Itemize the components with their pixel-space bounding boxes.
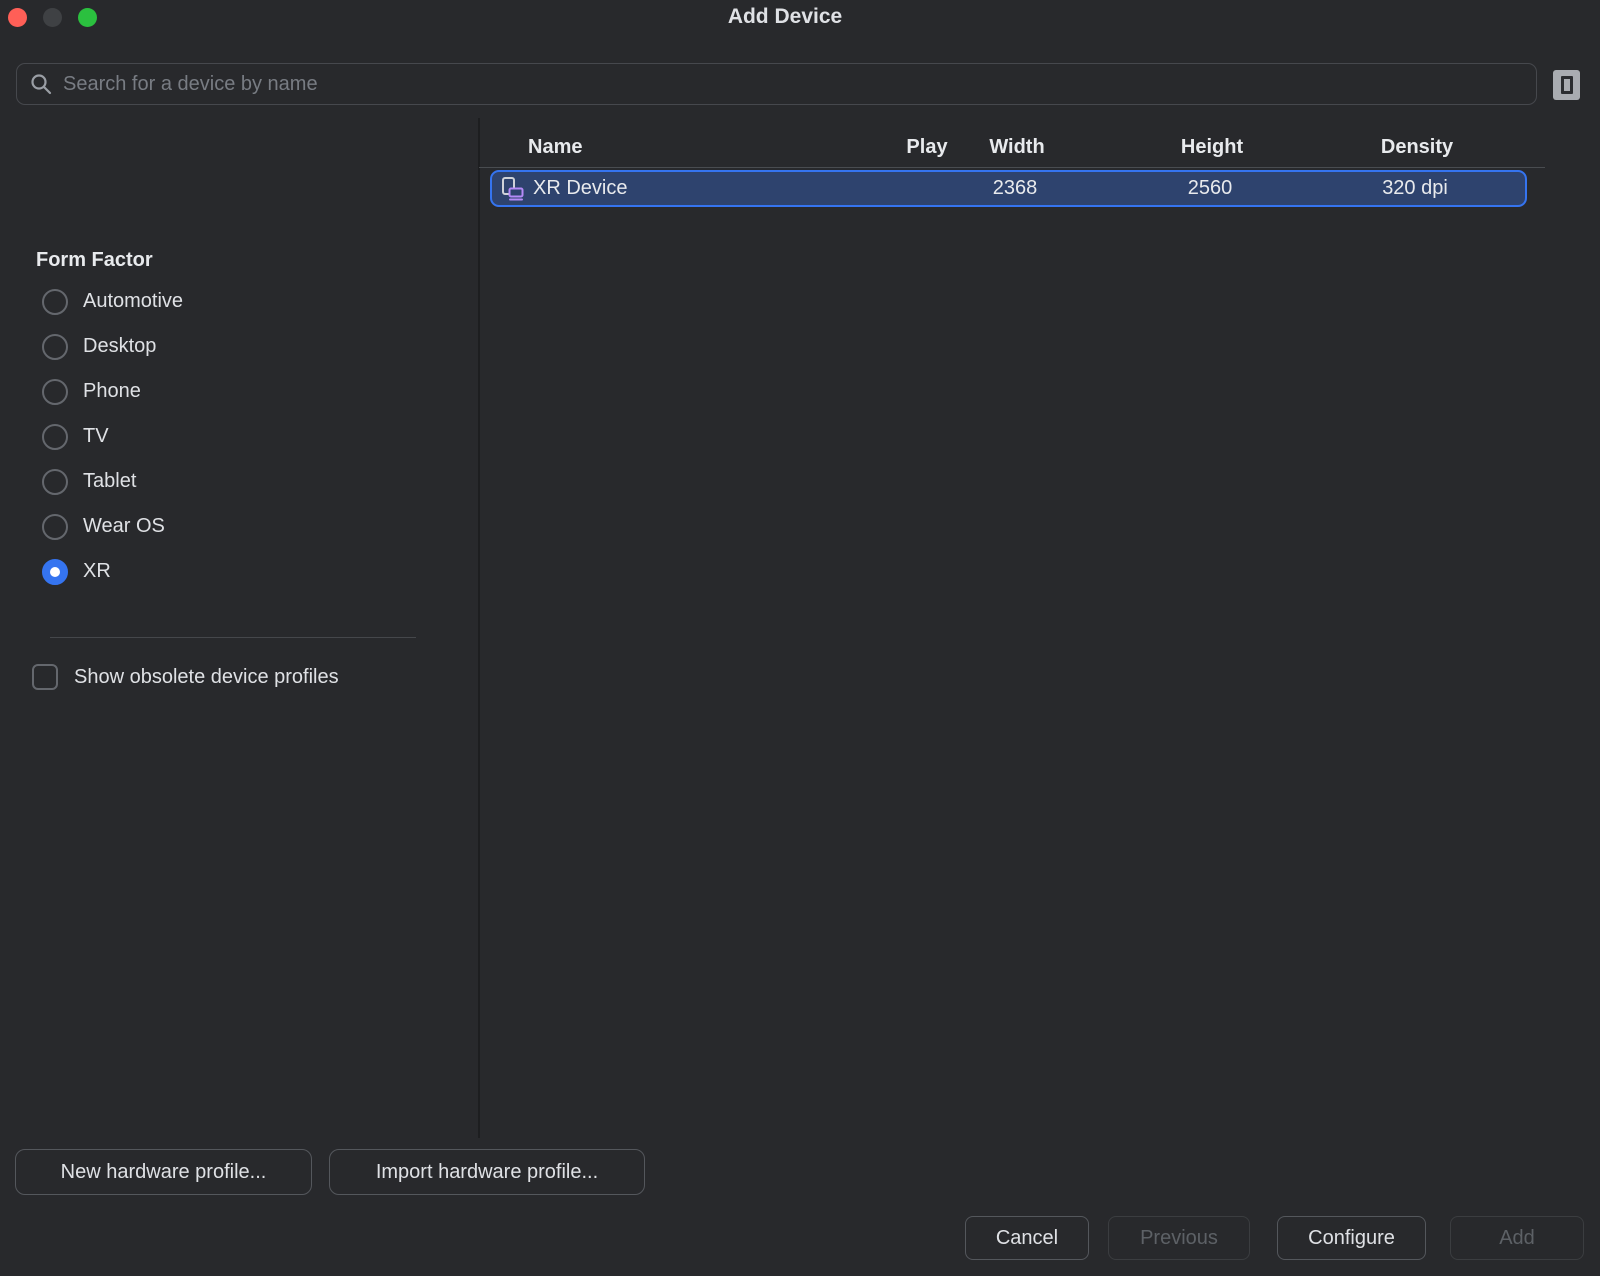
form-factor-heading: Form Factor — [36, 249, 153, 272]
checkbox-icon[interactable] — [32, 664, 58, 690]
device-name: XR Device — [533, 177, 627, 200]
radio-selected-icon[interactable] — [42, 559, 68, 585]
device-width: 2368 — [965, 177, 1065, 200]
new-hardware-profile-button[interactable]: New hardware profile... — [15, 1149, 312, 1195]
table-row-xr-device[interactable]: XR Device 2368 2560 320 dpi — [490, 170, 1527, 207]
window-title: Add Device — [0, 5, 1570, 29]
configure-button[interactable]: Configure — [1277, 1216, 1426, 1260]
search-icon — [29, 72, 53, 96]
device-icon — [501, 176, 525, 201]
column-header-width[interactable]: Width — [967, 136, 1067, 159]
table-header-separator — [479, 167, 1545, 168]
show-obsolete-label: Show obsolete device profiles — [74, 666, 339, 689]
form-factor-panel: Form Factor Automotive Desktop Phone TV … — [0, 118, 478, 1276]
left-panel-divider — [50, 637, 416, 638]
form-factor-option-desktop[interactable]: Desktop — [0, 324, 478, 369]
show-obsolete-checkbox-row[interactable]: Show obsolete device profiles — [32, 664, 339, 690]
form-factor-option-tablet[interactable]: Tablet — [0, 459, 478, 504]
device-density: 320 dpi — [1355, 177, 1475, 200]
form-factor-label: Tablet — [83, 470, 136, 493]
form-factor-option-automotive[interactable]: Automotive — [0, 279, 478, 324]
column-header-play[interactable]: Play — [887, 136, 967, 159]
form-factor-label: TV — [83, 425, 109, 448]
device-table-header: Name Play Width Height Density — [490, 128, 1527, 167]
search-input[interactable] — [63, 64, 1524, 104]
radio-icon[interactable] — [42, 514, 68, 540]
form-factor-label: Desktop — [83, 335, 156, 358]
radio-icon[interactable] — [42, 289, 68, 315]
panel-vertical-divider — [478, 118, 480, 1138]
form-factor-option-wear-os[interactable]: Wear OS — [0, 504, 478, 549]
device-height: 2560 — [1065, 177, 1355, 200]
form-factor-option-xr[interactable]: XR — [0, 549, 478, 594]
radio-icon[interactable] — [42, 379, 68, 405]
cancel-button[interactable]: Cancel — [965, 1216, 1089, 1260]
column-header-name[interactable]: Name — [490, 136, 887, 159]
radio-icon[interactable] — [42, 334, 68, 360]
form-factor-label: Phone — [83, 380, 141, 403]
preview-panel-toggle-button[interactable] — [1553, 70, 1580, 100]
form-factor-label: Wear OS — [83, 515, 165, 538]
add-button[interactable]: Add — [1450, 1216, 1584, 1260]
panel-toggle-icon — [1561, 76, 1573, 94]
form-factor-list: Automotive Desktop Phone TV Tablet Wear … — [0, 279, 478, 594]
previous-button[interactable]: Previous — [1108, 1216, 1250, 1260]
device-search-field[interactable] — [16, 63, 1537, 105]
column-header-density[interactable]: Density — [1357, 136, 1477, 159]
column-header-height[interactable]: Height — [1067, 136, 1357, 159]
radio-icon[interactable] — [42, 424, 68, 450]
form-factor-label: Automotive — [83, 290, 183, 313]
form-factor-label: XR — [83, 560, 111, 583]
form-factor-option-phone[interactable]: Phone — [0, 369, 478, 414]
titlebar: Add Device — [0, 0, 1600, 34]
import-hardware-profile-button[interactable]: Import hardware profile... — [329, 1149, 645, 1195]
form-factor-option-tv[interactable]: TV — [0, 414, 478, 459]
radio-icon[interactable] — [42, 469, 68, 495]
